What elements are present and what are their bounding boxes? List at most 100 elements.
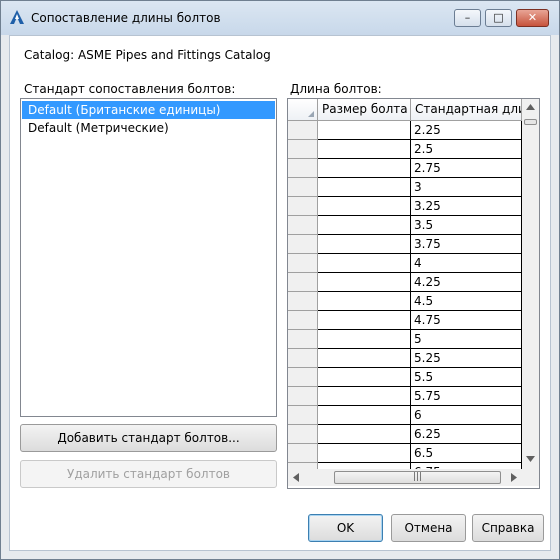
cell-bolt-size[interactable]: [318, 330, 411, 349]
help-button[interactable]: Справка: [472, 514, 544, 542]
table-row[interactable]: 6.25: [288, 425, 522, 444]
select-all-icon: [308, 111, 314, 117]
row-header[interactable]: [288, 159, 318, 178]
cell-bolt-size[interactable]: [318, 292, 411, 311]
table-row[interactable]: 5.5: [288, 368, 522, 387]
cell-bolt-size[interactable]: [318, 425, 411, 444]
cell-standard-length[interactable]: 4.5: [411, 292, 522, 311]
cell-standard-length[interactable]: 3.75: [411, 235, 522, 254]
row-header[interactable]: [288, 349, 318, 368]
cell-bolt-size[interactable]: [318, 216, 411, 235]
cell-standard-length[interactable]: 2.5: [411, 140, 522, 159]
table-row[interactable]: 5.25: [288, 349, 522, 368]
table-row[interactable]: 3.25: [288, 197, 522, 216]
cell-standard-length[interactable]: 5.25: [411, 349, 522, 368]
table-row[interactable]: 4.75: [288, 311, 522, 330]
cell-standard-length[interactable]: 2.25: [411, 121, 522, 140]
cell-bolt-size[interactable]: [318, 349, 411, 368]
row-header[interactable]: [288, 235, 318, 254]
cell-bolt-size[interactable]: [318, 387, 411, 406]
scroll-right-icon[interactable]: [511, 473, 517, 482]
table-row[interactable]: 5: [288, 330, 522, 349]
standard-item-imperial[interactable]: Default (Британские единицы): [22, 101, 275, 119]
row-header[interactable]: [288, 216, 318, 235]
row-header[interactable]: [288, 330, 318, 349]
cell-bolt-size[interactable]: [318, 140, 411, 159]
standards-listbox[interactable]: Default (Британские единицы) Default (Ме…: [20, 98, 277, 417]
bolt-lengths-grid[interactable]: Размер болта Стандартная длина 2.252.52.…: [287, 98, 540, 489]
standard-item-metric[interactable]: Default (Метрические): [22, 119, 275, 137]
row-header[interactable]: [288, 140, 318, 159]
cell-standard-length[interactable]: 4.75: [411, 311, 522, 330]
cell-bolt-size[interactable]: [318, 178, 411, 197]
close-icon: ✕: [527, 11, 538, 24]
cancel-button[interactable]: Отмена: [391, 514, 466, 542]
delete-standard-button[interactable]: Удалить стандарт болтов: [20, 460, 277, 488]
horizontal-scroll-thumb[interactable]: |||: [334, 471, 501, 484]
table-row[interactable]: 5.75: [288, 387, 522, 406]
cell-bolt-size[interactable]: [318, 406, 411, 425]
cell-standard-length[interactable]: 6.25: [411, 425, 522, 444]
row-header[interactable]: [288, 292, 318, 311]
row-header[interactable]: [288, 254, 318, 273]
autocad-a-icon: [10, 10, 24, 24]
row-header[interactable]: [288, 197, 318, 216]
title-bar[interactable]: Сопоставление длины болтов – □ ✕: [1, 1, 559, 35]
table-row[interactable]: 4.5: [288, 292, 522, 311]
ok-button[interactable]: OK: [308, 514, 383, 542]
cell-bolt-size[interactable]: [318, 235, 411, 254]
close-button[interactable]: ✕: [516, 9, 549, 27]
cell-standard-length[interactable]: 3.5: [411, 216, 522, 235]
grid-corner-header[interactable]: [288, 99, 318, 121]
row-header[interactable]: [288, 311, 318, 330]
maximize-button[interactable]: □: [485, 9, 512, 27]
row-header[interactable]: [288, 387, 318, 406]
cell-bolt-size[interactable]: [318, 254, 411, 273]
cell-bolt-size[interactable]: [318, 197, 411, 216]
row-header[interactable]: [288, 178, 318, 197]
table-row[interactable]: 3.75: [288, 235, 522, 254]
table-row[interactable]: 3: [288, 178, 522, 197]
cell-bolt-size[interactable]: [318, 311, 411, 330]
cell-bolt-size[interactable]: [318, 121, 411, 140]
cell-standard-length[interactable]: 3: [411, 178, 522, 197]
scroll-left-icon[interactable]: [293, 473, 299, 482]
cell-bolt-size[interactable]: [318, 159, 411, 178]
cell-standard-length[interactable]: 6.5: [411, 444, 522, 463]
add-standard-button[interactable]: Добавить стандарт болтов...: [20, 424, 277, 452]
cell-standard-length[interactable]: 4: [411, 254, 522, 273]
cell-standard-length[interactable]: 5.75: [411, 387, 522, 406]
row-header[interactable]: [288, 406, 318, 425]
horizontal-scrollbar[interactable]: |||: [288, 469, 522, 486]
column-header-standard-length[interactable]: Стандартная длина: [411, 99, 522, 121]
cell-standard-length[interactable]: 6: [411, 406, 522, 425]
table-row[interactable]: 6.5: [288, 444, 522, 463]
vertical-scroll-thumb[interactable]: [524, 119, 537, 125]
row-header[interactable]: [288, 368, 318, 387]
table-row[interactable]: 4.25: [288, 273, 522, 292]
cell-standard-length[interactable]: 4.25: [411, 273, 522, 292]
table-row[interactable]: 4: [288, 254, 522, 273]
table-row[interactable]: 6: [288, 406, 522, 425]
column-header-bolt-size[interactable]: Размер болта: [318, 99, 411, 121]
minimize-button[interactable]: –: [454, 9, 481, 27]
table-row[interactable]: 3.5: [288, 216, 522, 235]
scroll-down-icon[interactable]: [526, 456, 535, 462]
maximize-icon: □: [493, 11, 504, 24]
row-header[interactable]: [288, 273, 318, 292]
table-row[interactable]: 2.5: [288, 140, 522, 159]
cell-bolt-size[interactable]: [318, 368, 411, 387]
row-header[interactable]: [288, 425, 318, 444]
cell-standard-length[interactable]: 3.25: [411, 197, 522, 216]
row-header[interactable]: [288, 444, 318, 463]
table-row[interactable]: 2.75: [288, 159, 522, 178]
cell-standard-length[interactable]: 2.75: [411, 159, 522, 178]
row-header[interactable]: [288, 121, 318, 140]
cell-standard-length[interactable]: 5.5: [411, 368, 522, 387]
scroll-up-icon[interactable]: [526, 104, 535, 110]
cell-bolt-size[interactable]: [318, 444, 411, 463]
table-row[interactable]: 2.25: [288, 121, 522, 140]
cell-standard-length[interactable]: 5: [411, 330, 522, 349]
vertical-scrollbar[interactable]: [522, 99, 539, 469]
cell-bolt-size[interactable]: [318, 273, 411, 292]
